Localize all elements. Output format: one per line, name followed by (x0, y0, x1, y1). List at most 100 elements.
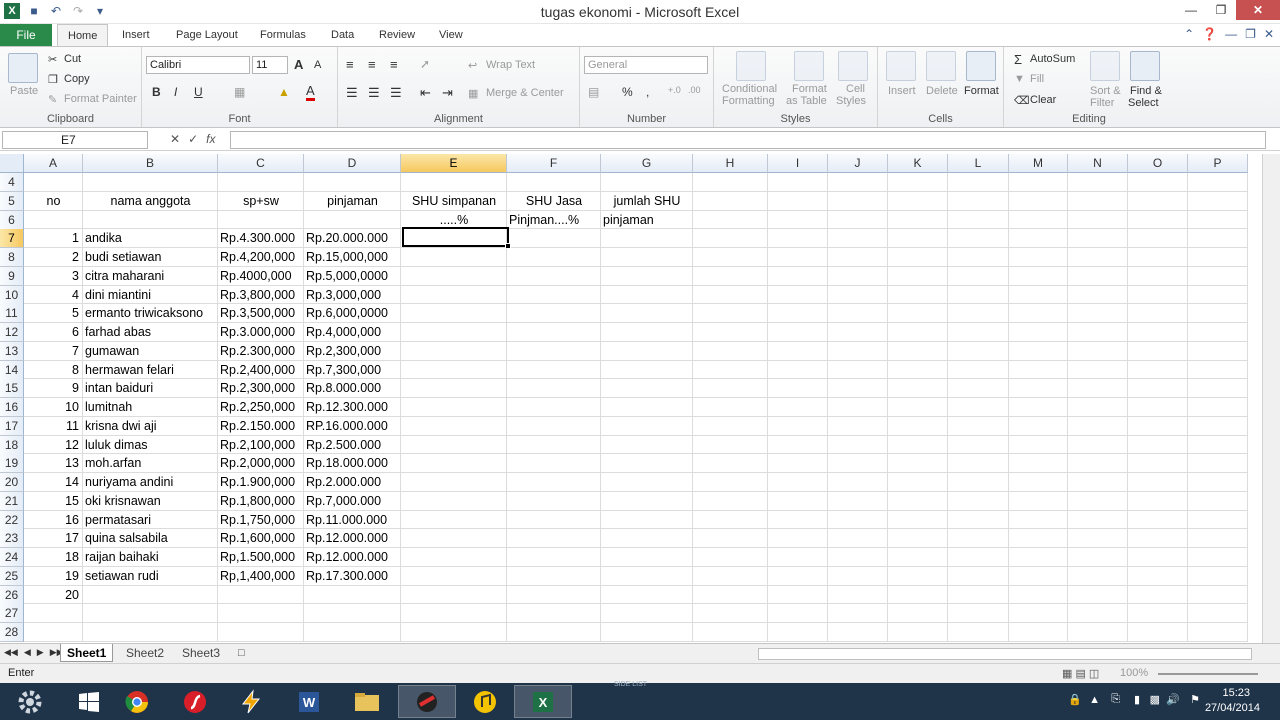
lightning-app-icon[interactable] (222, 685, 280, 718)
cell-nama[interactable]: lumitnah (85, 398, 132, 417)
tab-home[interactable]: Home (57, 24, 109, 47)
cell-spsw[interactable]: Rp.2,400,000 (220, 361, 295, 380)
column-header-l[interactable]: L (948, 154, 1009, 173)
flag-icon[interactable]: ⚑ (1190, 693, 1200, 706)
column-header-j[interactable]: J (828, 154, 888, 173)
fill-color-icon[interactable]: ▲ (278, 85, 290, 99)
row-header-12[interactable]: 12 (0, 323, 24, 342)
select-all-corner[interactable] (0, 154, 24, 173)
cell-pinjaman[interactable]: Rp.20.000.000 (306, 229, 388, 248)
cell-spsw[interactable]: Rp.4,200,000 (220, 248, 295, 267)
file-explorer-icon[interactable] (338, 685, 396, 718)
next-sheet-icon[interactable]: ▶ (37, 647, 44, 658)
cell-pinjaman[interactable]: Rp.15,000,000 (306, 248, 388, 267)
column-header-m[interactable]: M (1009, 154, 1068, 173)
merge-center-button[interactable]: Merge & Center (486, 87, 564, 99)
cell-no[interactable]: 1 (24, 229, 79, 248)
row-header-18[interactable]: 18 (0, 435, 24, 455)
sheet-tab-sheet1[interactable]: Sheet1 (60, 644, 114, 662)
cell-no[interactable]: 6 (24, 323, 79, 342)
format-cells-button[interactable]: Format (964, 85, 999, 97)
tray-expand-icon[interactable]: ▲ (1089, 694, 1100, 706)
cell-pinjaman[interactable]: Rp.11.000.000 (306, 511, 387, 530)
bold-icon[interactable]: B (152, 85, 161, 99)
sheet-tab-sheet2[interactable]: Sheet2 (126, 644, 164, 662)
cell-spsw[interactable]: Rp.4000,000 (220, 267, 292, 286)
cell-header-pinjaman[interactable]: pinjaman (304, 192, 401, 211)
row-header-9[interactable]: 9 (0, 266, 24, 286)
view-buttons-icon[interactable]: ▦ ▤ ◫ (1062, 667, 1099, 680)
cell-no[interactable]: 9 (24, 379, 79, 398)
confirm-entry-icon[interactable]: ✓ (188, 132, 198, 146)
zoom-slider[interactable] (1158, 673, 1258, 675)
grow-font-icon[interactable]: A (294, 57, 303, 72)
row-header-11[interactable]: 11 (0, 304, 24, 324)
cell-pinjaman[interactable]: Rp.6,000,0000 (306, 304, 388, 323)
paste-icon[interactable] (8, 53, 38, 83)
zoom-level[interactable]: 100% (1120, 667, 1148, 679)
excel-taskbar-icon[interactable]: X (514, 685, 572, 718)
row-header-24[interactable]: 24 (0, 548, 24, 567)
row-header-16[interactable]: 16 (0, 398, 24, 417)
cell-nama[interactable]: oki krisnawan (85, 492, 161, 511)
clock-time[interactable]: 15:23 (1222, 687, 1250, 699)
cell-header-shu-jasa[interactable]: SHU Jasa (507, 192, 601, 211)
fill-icon[interactable]: ▼ (1014, 73, 1025, 85)
cell-spsw[interactable]: Rp.2.150.000 (220, 417, 295, 436)
cell-pinjaman[interactable]: Rp.7,300,000 (306, 361, 381, 380)
format-as-table-button[interactable]: Format (792, 83, 827, 95)
row-header-20[interactable]: 20 (0, 473, 24, 492)
delete-cells-button[interactable]: Delete (926, 85, 958, 97)
cell-nama[interactable]: raijan baihaki (85, 548, 159, 567)
align-top-icon[interactable]: ≡ (346, 57, 354, 72)
tab-formulas[interactable]: Formulas (260, 24, 306, 46)
minimize-ribbon-icon[interactable]: ⌃ (1184, 27, 1194, 41)
cell-nama[interactable]: ermanto triwicaksono (85, 304, 203, 323)
prev-sheet-icon[interactable]: ◀ (24, 647, 31, 658)
wrap-text-button[interactable]: Wrap Text (486, 59, 535, 71)
flash-player-icon[interactable] (166, 685, 224, 718)
cell-nama[interactable]: luluk dimas (85, 436, 148, 455)
row-header-15[interactable]: 15 (0, 379, 24, 399)
cell-no[interactable]: 10 (24, 398, 79, 417)
cell-nama[interactable]: farhad abas (85, 323, 151, 342)
word-icon[interactable]: W (280, 685, 338, 718)
align-left-icon[interactable]: ☰ (346, 85, 358, 101)
lock-icon[interactable]: 🔒 (1068, 693, 1082, 706)
copy-button[interactable]: Copy (64, 73, 90, 85)
font-size-select[interactable]: 11 (252, 56, 288, 74)
cell-pinjaman[interactable]: Rp.5,000,0000 (306, 267, 388, 286)
cell-header-shu-simpanan[interactable]: SHU simpanan (401, 192, 507, 211)
cell-nama[interactable]: intan baiduri (85, 379, 153, 398)
delete-cells-icon[interactable] (926, 51, 956, 81)
cell-no[interactable]: 11 (24, 417, 79, 436)
cell-header-jumlah-shu-sub[interactable]: pinjaman (603, 211, 654, 230)
cell-nama[interactable]: andika (85, 229, 122, 248)
cell-no[interactable]: 14 (24, 473, 79, 492)
settings-gear-icon[interactable] (0, 685, 60, 718)
cell-spsw[interactable]: Rp.2.300,000 (220, 342, 295, 361)
column-header-b[interactable]: B (83, 154, 218, 173)
cell-nama[interactable]: hermawan felari (85, 361, 174, 380)
row-header-19[interactable]: 19 (0, 454, 24, 474)
cell-nama[interactable]: moh.arfan (85, 454, 141, 473)
row-header-25[interactable]: 25 (0, 566, 24, 586)
font-color-icon[interactable]: A (306, 83, 315, 101)
cell-header-nama[interactable]: nama anggota (83, 192, 218, 211)
cell-styles-button[interactable]: Cell (846, 83, 865, 95)
row-header-4[interactable]: 4 (0, 173, 24, 192)
number-format-select[interactable]: General (584, 56, 708, 74)
cell-spsw[interactable]: Rp.1,750,000 (220, 511, 295, 530)
cell-nama[interactable]: nuriyama andini (85, 473, 173, 492)
cell-spsw[interactable]: Rp.4.300.000 (220, 229, 295, 248)
column-header-o[interactable]: O (1128, 154, 1188, 173)
cell-pinjaman[interactable]: Rp.2,300,000 (306, 342, 381, 361)
vertical-scrollbar[interactable] (1262, 154, 1280, 643)
cell-header-spsw[interactable]: sp+sw (218, 192, 304, 211)
increase-decimal-icon[interactable]: +.0 (668, 85, 681, 95)
horizontal-scrollbar[interactable] (758, 648, 1252, 660)
cell-nama[interactable]: gumawan (85, 342, 139, 361)
row-header-22[interactable]: 22 (0, 510, 24, 530)
tab-insert[interactable]: Insert (122, 24, 150, 46)
fill-handle[interactable] (505, 243, 511, 249)
